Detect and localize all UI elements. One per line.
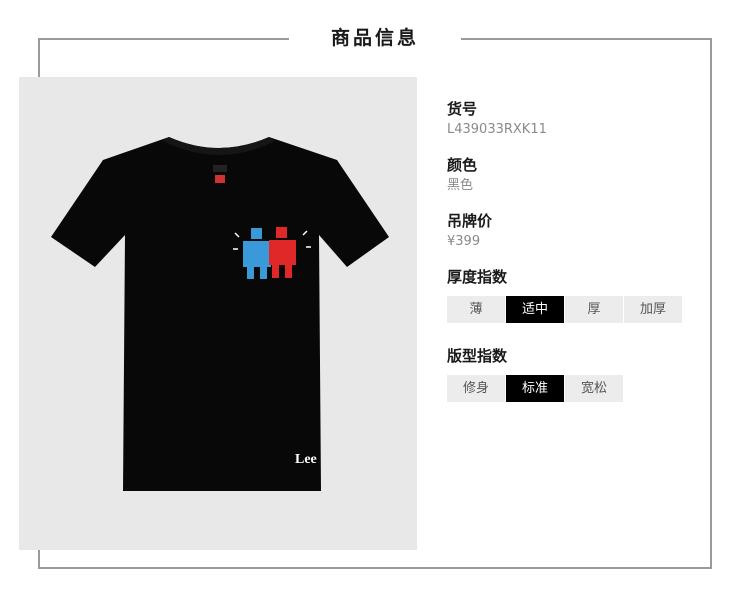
item-number-label: 货号 xyxy=(447,100,478,118)
color-value: 黑色 xyxy=(447,178,474,193)
product-info: 货号 L439033RXK11 颜色 黑色 吊牌价 ¥399 厚度指数 薄 适中… xyxy=(447,98,707,424)
price-value: ¥399 xyxy=(447,234,481,249)
color-label: 颜色 xyxy=(447,156,478,174)
fit-option-regular: 标准 xyxy=(506,375,564,402)
fit-label: 版型指数 xyxy=(447,347,508,365)
thickness-option-thick: 厚 xyxy=(565,296,623,323)
fit-scale: 修身 标准 宽松 xyxy=(447,375,707,402)
thickness-label: 厚度指数 xyxy=(447,268,508,286)
frame-top-line-right xyxy=(461,38,712,40)
frame-top-line-left xyxy=(38,38,289,40)
fit-option-loose: 宽松 xyxy=(565,375,623,402)
brand-logo: Lee xyxy=(295,452,317,467)
section-title: 商品信息 xyxy=(330,27,419,49)
thickness-option-thin: 薄 xyxy=(447,296,505,323)
item-number-value: L439033RXK11 xyxy=(447,122,547,137)
thickness-option-medium: 适中 xyxy=(506,296,564,323)
thickness-scale: 薄 适中 厚 加厚 xyxy=(447,296,707,323)
price-label: 吊牌价 xyxy=(447,212,493,230)
fit-option-slim: 修身 xyxy=(447,375,505,402)
product-photo: Lee xyxy=(19,77,417,550)
thickness-option-extra-thick: 加厚 xyxy=(624,296,682,323)
tshirt-image: Lee xyxy=(51,137,389,491)
